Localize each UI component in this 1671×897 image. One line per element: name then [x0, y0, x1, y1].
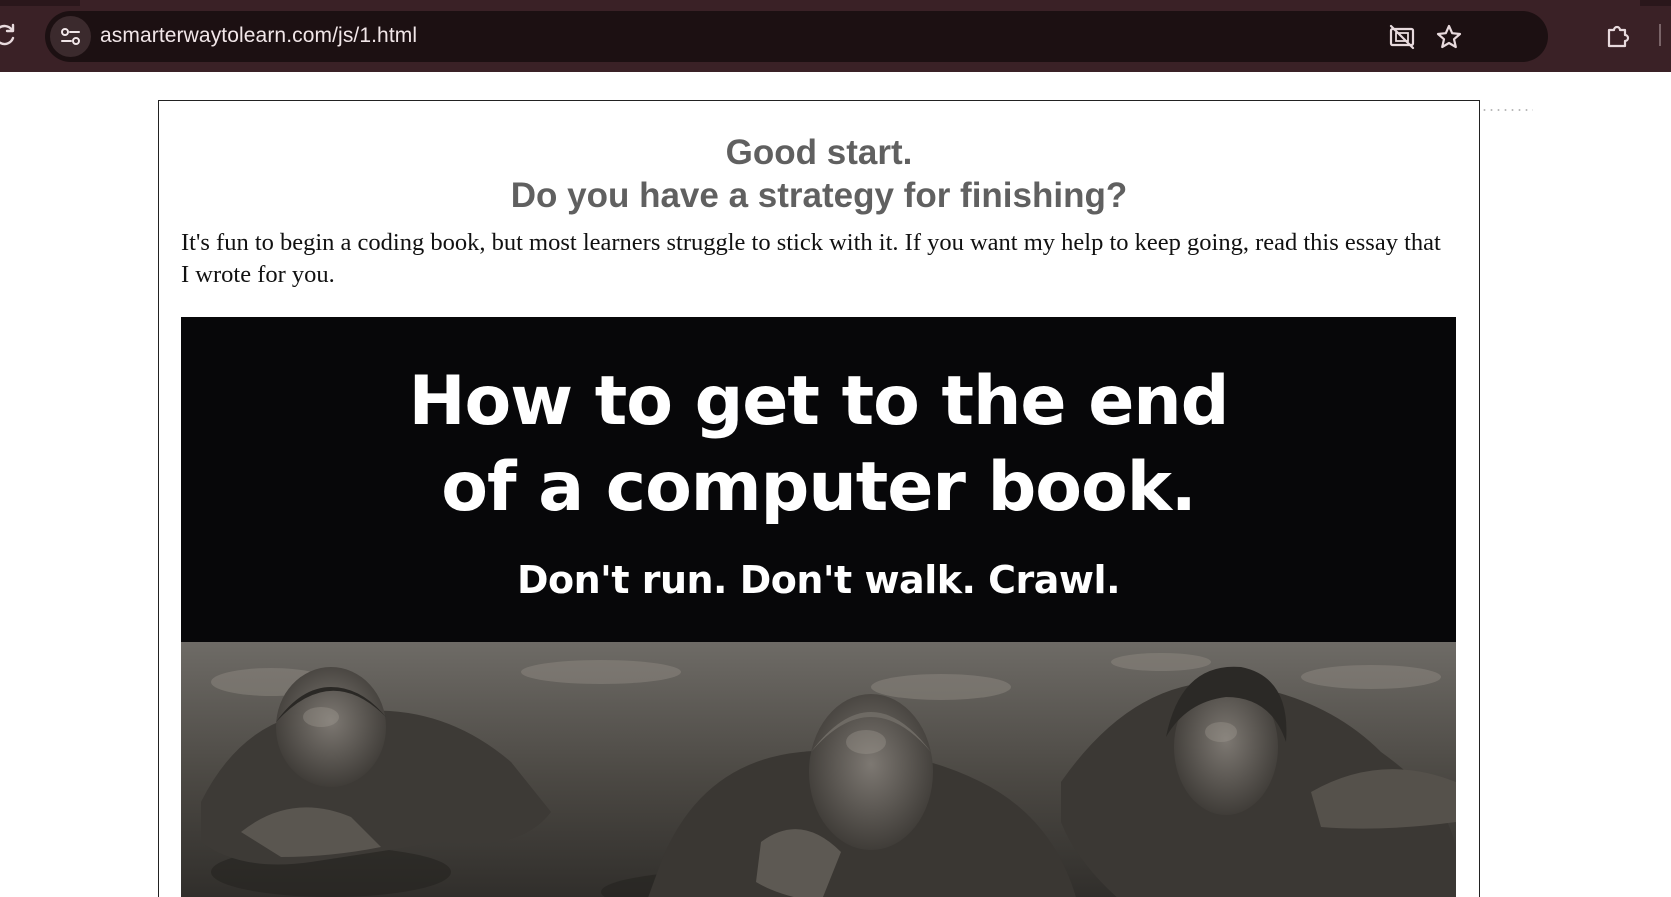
headline-line-2: Do you have a strategy for finishing?	[510, 176, 1128, 215]
active-tab-edge	[80, 0, 1640, 6]
url-text[interactable]: asmarterwaytolearn.com/js/1.html	[100, 24, 417, 48]
reload-icon[interactable]	[0, 22, 18, 48]
banner-title-line-1: How to get to the end	[408, 362, 1230, 441]
tune-icon	[61, 28, 80, 45]
mud-crawl-photo	[181, 642, 1456, 897]
camera-off-icon[interactable]	[1388, 23, 1416, 51]
page-viewport: Good start. Do you have a strategy for f…	[0, 72, 1671, 897]
intro-paragraph: It's fun to begin a coding book, but mos…	[181, 229, 1441, 288]
tab-strip	[0, 0, 1671, 6]
toolbar-separator	[1659, 24, 1661, 46]
puzzle-icon[interactable]	[1604, 22, 1632, 50]
banner-title-line-2: of a computer book.	[441, 448, 1197, 527]
site-info-button[interactable]	[50, 16, 91, 57]
banner-subtitle: Don't run. Don't walk. Crawl.	[516, 558, 1121, 602]
essay-banner-image[interactable]: How to get to the end of a computer book…	[181, 317, 1456, 897]
content-card: Good start. Do you have a strategy for f…	[158, 100, 1480, 897]
star-icon[interactable]	[1435, 23, 1463, 51]
headline-line-1: Good start.	[725, 133, 913, 172]
headline: Good start. Do you have a strategy for f…	[159, 131, 1479, 217]
banner-title: How to get to the end of a computer book…	[181, 359, 1456, 531]
address-bar[interactable]: asmarterwaytolearn.com/js/1.html	[45, 11, 1548, 62]
browser-toolbar: asmarterwaytolearn.com/js/1.html	[0, 0, 1671, 72]
